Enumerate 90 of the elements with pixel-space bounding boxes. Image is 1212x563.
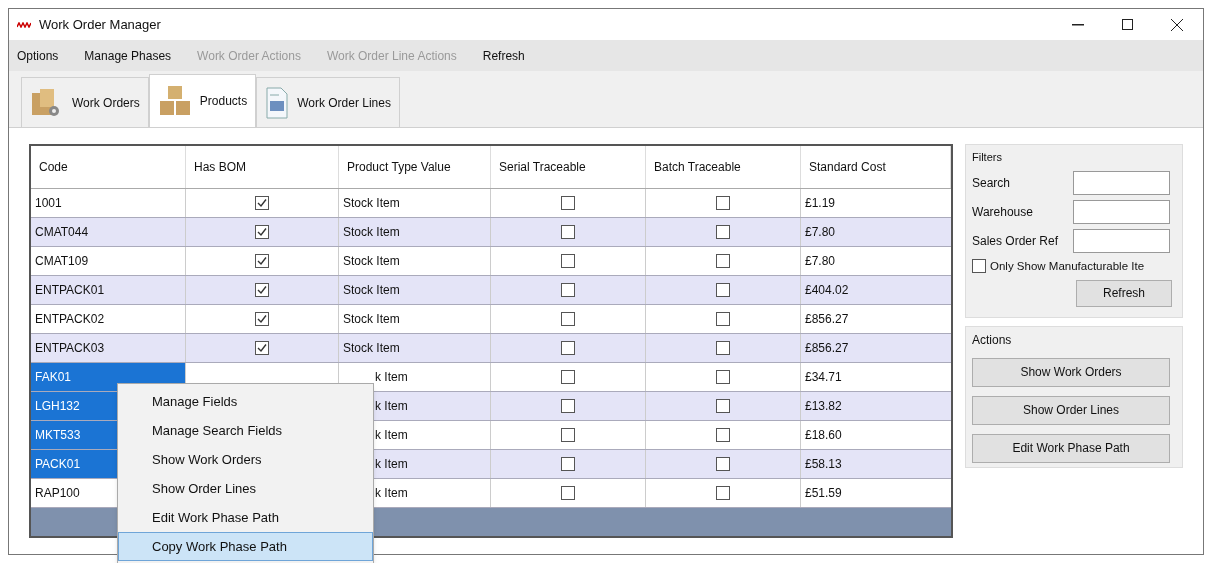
- action-button[interactable]: Show Order Lines: [972, 395, 1170, 425]
- column-header[interactable]: Product Type Value: [339, 146, 491, 188]
- column-header[interactable]: Has BOM: [186, 146, 339, 188]
- table-cell-text: £51.59: [804, 485, 843, 502]
- checkbox[interactable]: [561, 283, 575, 297]
- table-cell-text: k Item: [375, 427, 408, 444]
- checkbox[interactable]: [716, 428, 730, 442]
- table-cell[interactable]: CMAT044: [31, 218, 186, 246]
- field-label: Search: [972, 174, 1011, 192]
- table-cell-text: £18.60: [804, 427, 843, 444]
- group-title: Actions: [972, 331, 1013, 349]
- field-label: Sales Order Ref: [972, 232, 1059, 250]
- checkbox[interactable]: [716, 457, 730, 471]
- field-label: Warehouse: [972, 203, 1033, 221]
- checkbox[interactable]: [255, 283, 269, 297]
- checkbox[interactable]: [255, 254, 269, 268]
- table-cell-text: £13.82: [804, 398, 843, 415]
- tab[interactable]: Work Order Lines: [256, 77, 400, 127]
- checkbox[interactable]: [255, 312, 269, 326]
- table-cell-text: Stock Item: [343, 340, 400, 357]
- checkbox[interactable]: [561, 341, 575, 355]
- checkbox[interactable]: [255, 225, 269, 239]
- checkbox[interactable]: [716, 341, 730, 355]
- table-cell-text: £1.19: [804, 195, 837, 212]
- document-icon: [265, 86, 290, 119]
- checkbox[interactable]: [972, 259, 986, 274]
- action-button[interactable]: Edit Work Phase Path: [972, 433, 1170, 463]
- table-cell-text: Stock Item: [343, 311, 400, 328]
- table-cell[interactable]: ENTPACK01: [31, 276, 186, 304]
- table-cell-text: £34.71: [804, 369, 843, 386]
- minimize-icon[interactable]: [1072, 23, 1084, 26]
- checkbox[interactable]: [561, 428, 575, 442]
- checkbox[interactable]: [716, 399, 730, 413]
- context-menu-item[interactable]: Copy Work Phase Path: [118, 532, 373, 561]
- table-cell[interactable]: ENTPACK02: [31, 305, 186, 333]
- table-cell-text: k Item: [375, 485, 408, 502]
- table-cell-text: £7.80: [804, 224, 837, 241]
- checkbox[interactable]: [561, 225, 575, 239]
- checkbox[interactable]: [255, 196, 269, 210]
- input-field[interactable]: [1073, 170, 1170, 195]
- table-cell-text: £856.27: [804, 311, 850, 328]
- checkbox[interactable]: [561, 312, 575, 326]
- app-logo-icon: [17, 21, 31, 28]
- checkbox[interactable]: [716, 283, 730, 297]
- column-header[interactable]: Serial Traceable: [491, 146, 646, 188]
- menu-item[interactable]: Refresh: [482, 46, 525, 65]
- checkbox[interactable]: [561, 196, 575, 210]
- tab[interactable]: Work Orders: [21, 77, 149, 127]
- checkbox[interactable]: [561, 486, 575, 500]
- menu-item[interactable]: Options: [17, 46, 59, 65]
- checkbox[interactable]: [561, 254, 575, 268]
- action-button[interactable]: Show Work Orders: [972, 357, 1170, 387]
- checkbox[interactable]: [716, 486, 730, 500]
- tab[interactable]: Products: [148, 74, 257, 127]
- checkbox[interactable]: [716, 370, 730, 384]
- checkbox[interactable]: [561, 370, 575, 384]
- checkbox-label: Only Show Manufacturable Ite: [990, 258, 1145, 274]
- group-title: Filters: [972, 150, 1003, 165]
- input-field[interactable]: [1073, 228, 1170, 253]
- table-cell-text: k Item: [375, 369, 408, 386]
- table-cell-text: Stock Item: [343, 253, 400, 270]
- checkbox[interactable]: [561, 399, 575, 413]
- table-cell-text: £856.27: [804, 340, 850, 357]
- input-field[interactable]: [1073, 199, 1170, 224]
- table-cell-text: Stock Item: [343, 195, 400, 212]
- table-cell-text: Stock Item: [343, 224, 400, 241]
- table-cell-text: k Item: [375, 398, 408, 415]
- table-cell-text: Stock Item: [343, 282, 400, 299]
- close-icon[interactable]: [1171, 18, 1183, 31]
- refresh-button[interactable]: Refresh: [1076, 279, 1172, 307]
- table-cell[interactable]: CMAT109: [31, 247, 186, 275]
- checkbox[interactable]: [716, 196, 730, 210]
- column-header[interactable]: Batch Traceable: [646, 146, 801, 188]
- checkbox[interactable]: [561, 457, 575, 471]
- table-cell-text: £7.80: [804, 253, 837, 270]
- table-cell-text: k Item: [375, 456, 408, 473]
- checkbox[interactable]: [716, 254, 730, 268]
- maximize-icon[interactable]: [1122, 19, 1133, 31]
- checkbox[interactable]: [716, 312, 730, 326]
- table-cell-text: £58.13: [804, 456, 843, 473]
- column-header[interactable]: Standard Cost: [801, 146, 951, 188]
- table-cell[interactable]: ENTPACK03: [31, 334, 186, 362]
- boxes-icon: [157, 85, 192, 117]
- table-cell[interactable]: 1001: [31, 189, 186, 217]
- table-cell-text: £404.02: [804, 282, 850, 299]
- checkbox[interactable]: [255, 341, 269, 355]
- menu-item[interactable]: Manage Phases: [84, 46, 172, 65]
- checkbox[interactable]: [716, 225, 730, 239]
- column-header[interactable]: Code: [31, 146, 186, 188]
- window-title: Work Order Manager: [39, 16, 161, 34]
